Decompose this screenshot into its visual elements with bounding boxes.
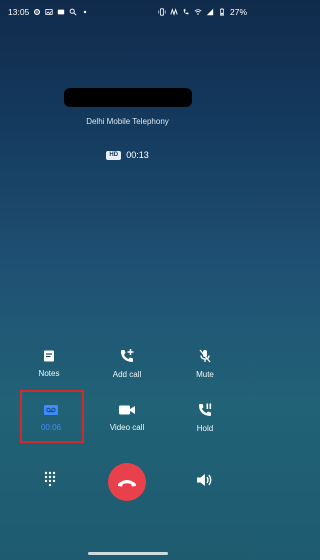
mute-label: Mute (196, 369, 214, 379)
status-bar: 13:05 27% (0, 0, 255, 24)
notes-label: Notes (38, 368, 60, 378)
dialpad-icon (43, 470, 57, 492)
signal-icon (206, 8, 214, 16)
dialpad-button[interactable] (40, 471, 60, 491)
status-time: 13:05 (8, 7, 30, 17)
battery-percent: 27% (229, 7, 247, 17)
add-call-icon (119, 348, 135, 364)
end-call-button[interactable] (108, 463, 146, 501)
message-icon (57, 8, 65, 16)
add-call-button[interactable]: Add call (92, 338, 162, 388)
hold-call-icon (197, 402, 213, 418)
video-call-button[interactable]: Video call (92, 392, 162, 442)
add-call-label: Add call (112, 369, 142, 379)
end-call-icon (117, 473, 137, 492)
wifi-call-icon (182, 8, 190, 16)
gear-icon (33, 8, 41, 16)
hold-button[interactable]: Hold (170, 392, 240, 442)
dot-icon (81, 8, 89, 16)
hold-label: Hold (196, 423, 214, 433)
speaker-button[interactable] (195, 472, 215, 492)
call-duration: 00:13 (126, 150, 149, 160)
notes-icon (42, 349, 56, 363)
mute-button[interactable]: Mute (170, 338, 240, 388)
caller-name-redacted (64, 88, 192, 107)
video-camera-icon (118, 403, 136, 417)
carrier-logo-icon (170, 8, 178, 16)
record-highlight-box (20, 390, 84, 443)
navigation-gesture-bar[interactable] (88, 552, 168, 555)
video-call-label: Video call (109, 422, 145, 432)
wifi-icon (194, 8, 202, 16)
call-meta: HD 00:13 (0, 150, 255, 160)
speaker-icon (196, 472, 214, 492)
battery-icon (218, 8, 226, 16)
vibrate-icon (158, 8, 166, 16)
notes-button[interactable]: Notes (14, 338, 84, 388)
mic-off-icon (197, 348, 213, 364)
status-right: 27% (158, 7, 247, 17)
hd-badge: HD (106, 150, 122, 160)
gallery-icon (45, 8, 53, 16)
status-left: 13:05 (8, 7, 89, 17)
caller-carrier: Delhi Mobile Telephony (86, 117, 169, 126)
search-icon (69, 8, 77, 16)
